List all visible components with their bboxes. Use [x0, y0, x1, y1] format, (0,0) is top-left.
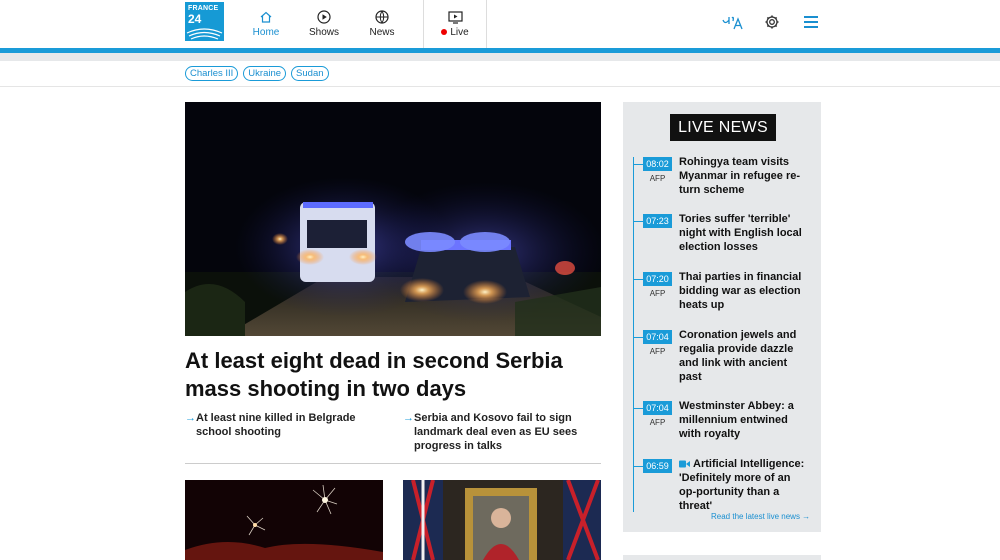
read-latest-live-news-link[interactable]: Read the latest live news →	[711, 512, 810, 521]
live-news-title[interactable]: LIVE NEWS	[670, 114, 776, 141]
gear-icon	[765, 15, 779, 29]
police-cars-night-image	[185, 102, 601, 336]
header-gray-bar	[0, 53, 1000, 61]
live-news-headline: Tories suffer 'terrible' night with Engl…	[679, 213, 802, 253]
menu-icon	[804, 16, 818, 28]
main-story-headline[interactable]: At least eight dead in second Serbia mas…	[185, 347, 605, 403]
timeline-tick	[633, 221, 643, 222]
logo-text-france: FRANCE	[188, 5, 219, 12]
live-news-headline-wrap: Artificial Intelligence: 'Definitely mor…	[679, 457, 805, 513]
royal-portrait-image	[403, 480, 601, 560]
live-news-time: 08:02	[643, 157, 672, 171]
language-button[interactable]	[720, 12, 746, 32]
timeline-tick	[633, 337, 643, 338]
live-news-source: AFP	[649, 418, 666, 427]
timeline-tick	[633, 466, 643, 467]
live-news-time: 07:04	[643, 401, 672, 415]
nav-live-label-wrap: Live	[441, 26, 469, 38]
live-news-panel: LIVE NEWS 08:02 AFP Rohingya team visits…	[623, 102, 821, 532]
language-icon	[722, 16, 743, 30]
nav-home[interactable]: Home	[248, 0, 284, 48]
nav-shows-label: Shows	[308, 27, 339, 38]
live-news-headline: Rohingya team visits Myanmar in refugee …	[679, 156, 801, 196]
live-news-time: 07:23	[643, 214, 672, 228]
fireworks-image	[185, 480, 383, 560]
timeline-line	[633, 157, 634, 512]
tv-icon	[447, 10, 463, 24]
tag-link[interactable]: Sudan	[291, 66, 329, 81]
tag-link[interactable]: Ukraine	[243, 66, 287, 81]
timeline-tick	[633, 164, 643, 165]
story-thumbnail-fireworks[interactable]	[185, 480, 383, 560]
story-thumbnail-portrait[interactable]	[403, 480, 601, 560]
live-dot-icon	[441, 29, 448, 35]
globe-icon	[375, 10, 389, 24]
nav-live-label: Live	[450, 26, 469, 38]
video-camera-icon	[679, 460, 690, 468]
nav-news-label: News	[369, 27, 395, 38]
live-news-time: 06:59	[643, 459, 672, 473]
settings-button[interactable]	[763, 12, 781, 32]
france24-logo[interactable]: FRANCE 24	[185, 2, 224, 41]
live-news-headline: Thai parties in financial bidding war as…	[679, 271, 802, 311]
related-story-title: At least nine killed in Belgrade school …	[196, 412, 356, 438]
logo-waves-icon	[186, 28, 223, 40]
divider	[0, 86, 1000, 87]
live-news-headline: Artificial Intelligence: 'Definitely mor…	[679, 458, 805, 512]
live-news-headline: Westminster Abbey: a millennium entwined…	[679, 400, 794, 440]
related-story-link[interactable]: → Serbia and Kosovo fail to sign landmar…	[403, 411, 603, 453]
main-story-image[interactable]	[185, 102, 601, 336]
next-panel-edge	[623, 555, 821, 560]
nav-news[interactable]: News	[365, 0, 399, 48]
tag-link[interactable]: Charles III	[185, 66, 239, 81]
arrow-right-icon: →	[185, 412, 196, 424]
nav-shows[interactable]: Shows	[305, 0, 343, 48]
live-news-source: AFP	[649, 174, 666, 183]
menu-button[interactable]	[802, 12, 820, 32]
related-story-link[interactable]: → At least nine killed in Belgrade schoo…	[185, 411, 385, 439]
arrow-right-icon: →	[403, 412, 414, 424]
live-news-time: 07:20	[643, 272, 672, 286]
live-news-time: 07:04	[643, 330, 672, 344]
related-story-title: Serbia and Kosovo fail to sign landmark …	[414, 412, 578, 452]
site-header: FRANCE 24 Home Shows News Live	[0, 0, 1000, 48]
live-news-source: AFP	[649, 347, 666, 356]
live-news-headline: Coronation jewels and regalia provide da…	[679, 329, 797, 383]
nav-live[interactable]: Live	[423, 0, 487, 48]
divider	[185, 463, 601, 464]
play-circle-icon	[317, 10, 331, 24]
live-news-source: AFP	[649, 289, 666, 298]
trending-tags: Charles III Ukraine Sudan	[185, 66, 329, 81]
nav-home-label: Home	[252, 27, 280, 38]
timeline-tick	[633, 408, 643, 409]
timeline-tick	[633, 279, 643, 280]
home-icon	[260, 11, 272, 23]
